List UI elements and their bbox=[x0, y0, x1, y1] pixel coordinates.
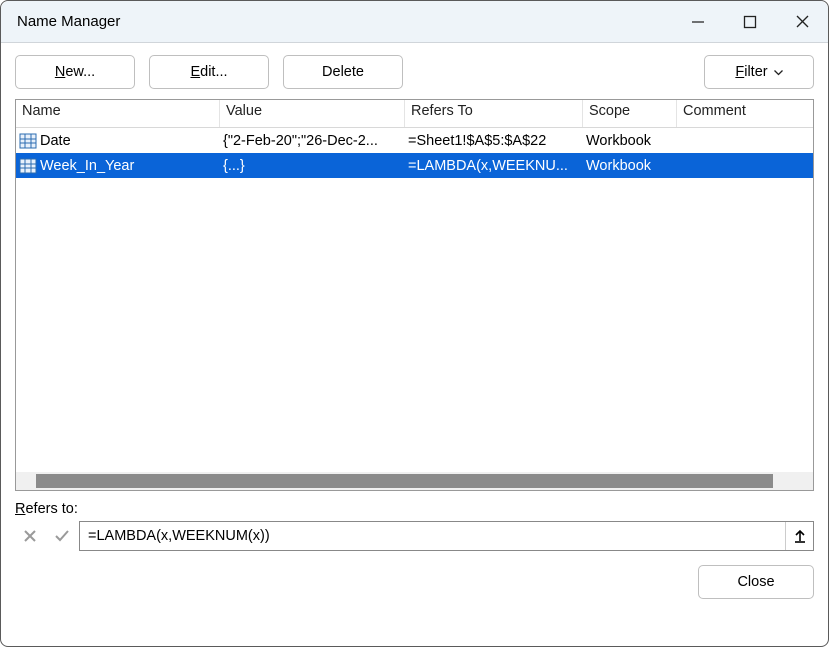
col-header-scope[interactable]: Scope bbox=[583, 100, 677, 127]
minimize-button[interactable] bbox=[672, 1, 724, 43]
cancel-edit-button[interactable] bbox=[15, 521, 45, 551]
col-header-name[interactable]: Name bbox=[16, 100, 220, 127]
row-refers: =LAMBDA(x,WEEKNU... bbox=[405, 158, 583, 174]
close-icon bbox=[795, 14, 810, 29]
collapse-dialog-button[interactable] bbox=[785, 522, 813, 550]
edit-button-rest: dit... bbox=[200, 64, 227, 80]
row-value: {"2-Feb-20";"26-Dec-2... bbox=[220, 133, 405, 149]
range-icon bbox=[19, 133, 37, 149]
dialog-body: New... Edit... Delete Filter Name Value … bbox=[1, 43, 828, 646]
maximize-button[interactable] bbox=[724, 1, 776, 43]
x-icon bbox=[22, 528, 38, 544]
titlebar: Name Manager bbox=[1, 1, 828, 43]
dialog-footer: Close bbox=[15, 565, 814, 599]
row-name: Week_In_Year bbox=[40, 158, 134, 174]
toolbar-spacer bbox=[417, 55, 690, 89]
row-refers: =Sheet1!$A$5:$A$22 bbox=[405, 133, 583, 149]
close-window-button[interactable] bbox=[776, 1, 828, 43]
commit-edit-button[interactable] bbox=[47, 521, 77, 551]
refers-to-input[interactable] bbox=[80, 522, 785, 550]
new-button[interactable]: New... bbox=[15, 55, 135, 89]
horizontal-scrollbar[interactable] bbox=[16, 472, 813, 490]
filter-button[interactable]: Filter bbox=[704, 55, 814, 89]
names-list[interactable]: Name Value Refers To Scope Comment Date {… bbox=[15, 99, 814, 491]
row-name: Date bbox=[40, 133, 71, 149]
window-title: Name Manager bbox=[1, 13, 672, 30]
refers-to-input-wrap bbox=[79, 521, 814, 551]
refers-to-row bbox=[15, 521, 814, 551]
name-manager-dialog: Name Manager New... Edit... Delete Filte… bbox=[0, 0, 829, 647]
list-rows: Date {"2-Feb-20";"26-Dec-2...=Sheet1!$A$5… bbox=[16, 128, 813, 472]
row-value: {...} bbox=[220, 158, 405, 174]
edit-button[interactable]: Edit... bbox=[149, 55, 269, 89]
row-scope: Workbook bbox=[583, 158, 677, 174]
range-icon bbox=[19, 158, 37, 174]
refers-to-label-rest: efers to: bbox=[25, 501, 77, 517]
delete-button[interactable]: Delete bbox=[283, 55, 403, 89]
filter-button-rest: ilter bbox=[744, 64, 767, 80]
check-icon bbox=[53, 528, 71, 544]
list-row[interactable]: Date {"2-Feb-20";"26-Dec-2...=Sheet1!$A$5… bbox=[16, 128, 813, 153]
maximize-icon bbox=[743, 15, 757, 29]
collapse-icon bbox=[793, 529, 807, 543]
list-header: Name Value Refers To Scope Comment bbox=[16, 100, 813, 128]
scrollbar-thumb[interactable] bbox=[36, 474, 773, 488]
row-scope: Workbook bbox=[583, 133, 677, 149]
toolbar: New... Edit... Delete Filter bbox=[15, 55, 814, 89]
refers-to-label: Refers to: bbox=[15, 501, 814, 517]
list-row[interactable]: Week_In_Year {...}=LAMBDA(x,WEEKNU...Work… bbox=[16, 153, 813, 178]
scrollbar-track-end bbox=[773, 472, 813, 490]
minimize-icon bbox=[691, 15, 705, 29]
new-button-rest: ew... bbox=[65, 64, 95, 80]
col-header-refers[interactable]: Refers To bbox=[405, 100, 583, 127]
col-header-comment[interactable]: Comment bbox=[677, 100, 813, 127]
col-header-value[interactable]: Value bbox=[220, 100, 405, 127]
chevron-down-icon bbox=[774, 64, 783, 80]
close-button[interactable]: Close bbox=[698, 565, 814, 599]
